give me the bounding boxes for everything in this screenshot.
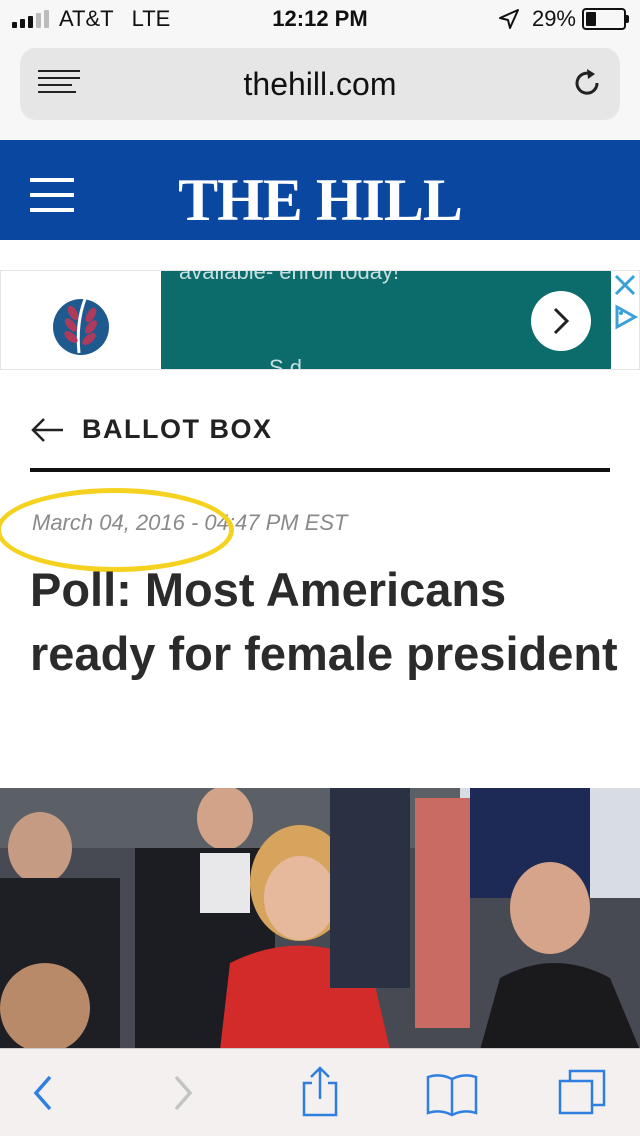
laurel-logo-icon <box>53 298 109 355</box>
section-label[interactable]: BALLOT BOX <box>82 414 273 445</box>
browser-bar: thehill.com <box>0 40 640 140</box>
browser-toolbar <box>0 1048 640 1136</box>
share-icon[interactable] <box>298 1065 342 1119</box>
section-nav: BALLOT BOX <box>30 410 610 450</box>
ad-choices-icon <box>615 304 639 330</box>
advertisement-banner[interactable]: available- enroll today! S d <box>0 270 640 370</box>
ad-logo-area <box>1 271 161 369</box>
url-text[interactable]: thehill.com <box>20 66 620 103</box>
close-icon <box>614 274 636 296</box>
section-divider <box>30 468 610 472</box>
bookmarks-icon[interactable] <box>424 1071 480 1117</box>
status-bar: AT&T LTE 12:12 PM 29% <box>0 0 640 40</box>
article-photo[interactable] <box>0 788 640 1050</box>
ad-close-button[interactable] <box>611 271 639 299</box>
site-logo[interactable]: THE HILL <box>0 166 640 235</box>
ad-next-button[interactable] <box>531 291 591 351</box>
site-header: THE HILL <box>0 140 640 240</box>
status-right: 29% <box>498 6 629 32</box>
ad-text-top: available- enroll today! <box>179 271 400 284</box>
photo-illustration <box>0 788 640 1050</box>
address-bar[interactable]: thehill.com <box>20 48 620 120</box>
back-icon[interactable] <box>28 1071 58 1115</box>
ad-choices-button[interactable] <box>611 303 639 331</box>
reload-icon[interactable] <box>570 66 604 100</box>
ad-text-bottom: S d <box>269 355 303 369</box>
chevron-right-icon <box>553 307 570 335</box>
forward-icon[interactable] <box>168 1071 198 1115</box>
battery-icon <box>582 8 629 30</box>
battery-percent: 29% <box>531 6 576 31</box>
ad-content[interactable]: available- enroll today! S d <box>161 271 611 369</box>
arrow-left-icon[interactable] <box>30 416 64 444</box>
article-headline: Poll: Most Americans ready for female pr… <box>30 563 618 680</box>
tabs-icon[interactable] <box>556 1065 610 1119</box>
location-arrow-icon <box>498 9 519 29</box>
